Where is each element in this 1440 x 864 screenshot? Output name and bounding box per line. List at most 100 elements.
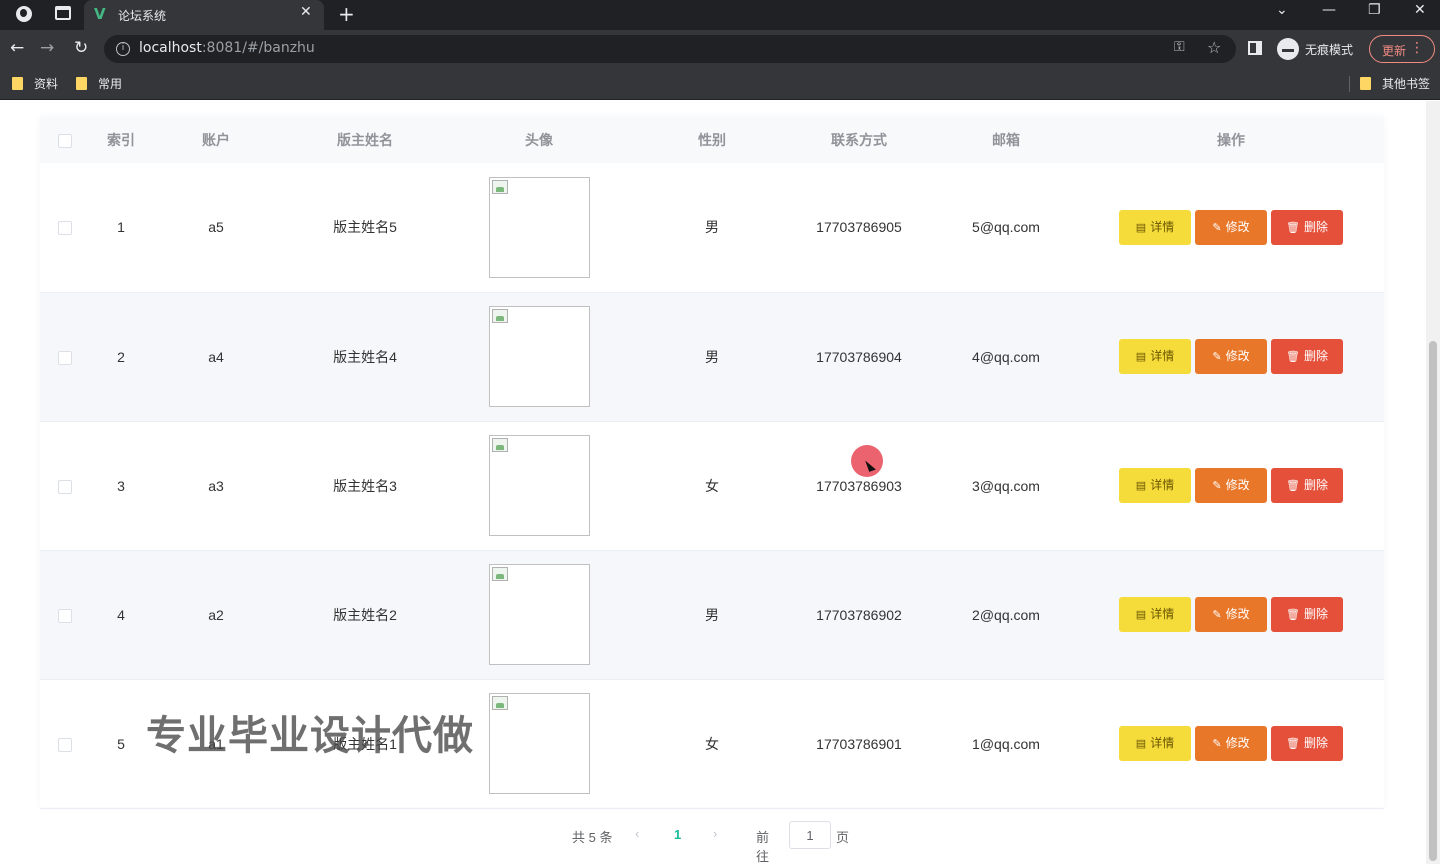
trash-icon: 🗑	[1286, 609, 1300, 621]
row-name: 版主姓名5	[292, 163, 438, 293]
edit-button[interactable]: ✎ 修改	[1195, 468, 1267, 503]
edit-button[interactable]: ✎ 修改	[1195, 209, 1267, 245]
broken-image-icon	[491, 567, 508, 581]
back-arrow-icon[interactable]: ←	[10, 38, 24, 58]
header-email: 邮箱	[934, 117, 1078, 163]
header-phone: 联系方式	[784, 117, 934, 163]
side-panel-icon[interactable]	[1248, 41, 1262, 55]
page-content: 索引 账户 版主姓名 头像 性别 联系方式 邮箱 操作 1 a5 版主姓名5 男…	[0, 101, 1440, 864]
detail-button[interactable]: ▤ 详情	[1119, 468, 1191, 503]
detail-button[interactable]: ▤ 详情	[1119, 726, 1191, 761]
table-header-row: 索引 账户 版主姓名 头像 性别 联系方式 邮箱 操作	[40, 117, 1384, 163]
row-gender: 男	[640, 292, 784, 422]
select-all-checkbox[interactable]	[58, 134, 72, 149]
browser-tab[interactable]: V 论坛系统 ✕	[84, 0, 324, 30]
page-number-current[interactable]: 1	[674, 827, 681, 842]
header-actions: 操作	[1078, 117, 1384, 163]
delete-button[interactable]: 🗑 删除	[1271, 339, 1343, 374]
close-tab-icon[interactable]: ✕	[300, 4, 312, 20]
document-icon: ▤	[1135, 738, 1147, 750]
edit-button[interactable]: ✎ 修改	[1195, 597, 1267, 632]
address-bar[interactable]: i localhost:8081/#/banzhu ⚿ ☆	[104, 35, 1236, 63]
edit-button[interactable]: ✎ 修改	[1195, 339, 1267, 374]
page-scrollbar[interactable]	[1426, 101, 1440, 864]
header-name: 版主姓名	[292, 117, 438, 163]
prev-page-icon[interactable]: ‹	[635, 826, 639, 841]
row-index: 3	[90, 421, 140, 551]
goto-page-input[interactable]	[789, 821, 831, 849]
row-phone: 17703786903	[784, 421, 934, 551]
row-email: 1@qq.com	[934, 679, 1078, 809]
row-index: 5	[90, 679, 140, 809]
row-email: 4@qq.com	[934, 292, 1078, 422]
row-email: 3@qq.com	[934, 421, 1078, 551]
bookmark-divider	[1349, 76, 1350, 92]
pagination-total: 共 5 条	[572, 830, 613, 845]
trash-icon: 🗑	[1286, 351, 1300, 363]
row-gender: 女	[640, 421, 784, 551]
avatar-image	[488, 435, 590, 536]
new-tab-button[interactable]: +	[338, 2, 355, 26]
broken-image-icon	[491, 696, 508, 710]
incognito-icon	[1277, 38, 1299, 60]
forward-arrow-icon[interactable]: →	[40, 38, 54, 58]
document-icon: ▤	[1135, 609, 1147, 621]
row-gender: 男	[640, 550, 784, 680]
minimize-icon[interactable]: —	[1322, 2, 1336, 18]
header-index: 索引	[90, 117, 140, 163]
menu-dots-icon[interactable]: ⋮	[1410, 40, 1424, 56]
detail-button[interactable]: ▤ 详情	[1119, 209, 1191, 245]
trash-icon: 🗑	[1286, 480, 1300, 492]
bookmark-star-icon[interactable]: ☆	[1207, 38, 1221, 57]
reload-icon[interactable]: ↻	[74, 38, 88, 58]
row-account: a2	[140, 550, 292, 680]
row-index: 2	[90, 292, 140, 422]
row-email: 5@qq.com	[934, 163, 1078, 293]
document-icon: ▤	[1135, 480, 1147, 492]
next-page-icon[interactable]: ›	[713, 826, 717, 841]
row-checkbox[interactable]	[58, 737, 72, 752]
table-row: 2 a4 版主姓名4 男 17703786904 4@qq.com ▤ 详情 ✎ 修改…	[40, 292, 1384, 422]
broken-image-icon	[491, 309, 508, 323]
site-info-icon[interactable]: i	[116, 42, 130, 56]
trash-icon: 🗑	[1286, 221, 1300, 234]
globe-icon[interactable]	[16, 6, 32, 22]
broken-image-icon	[491, 179, 508, 194]
row-gender: 女	[640, 679, 784, 809]
trash-icon: 🗑	[1286, 738, 1300, 750]
delete-button[interactable]: 🗑 删除	[1271, 597, 1343, 632]
row-account: a3	[140, 421, 292, 551]
close-window-icon[interactable]: ✕	[1414, 2, 1426, 18]
delete-button[interactable]: 🗑 删除	[1271, 209, 1343, 245]
url-text[interactable]: localhost:8081/#/banzhu	[139, 40, 315, 56]
tab-list-icon[interactable]: ⌄	[1276, 2, 1288, 18]
folder-icon	[76, 77, 87, 90]
row-index: 4	[90, 550, 140, 680]
scrollbar-thumb[interactable]	[1429, 341, 1437, 861]
document-icon: ▤	[1135, 351, 1147, 363]
row-checkbox[interactable]	[58, 479, 72, 494]
folder-icon	[12, 77, 23, 90]
delete-button[interactable]: 🗑 删除	[1271, 468, 1343, 503]
row-phone: 17703786902	[784, 550, 934, 680]
update-button[interactable]: 更新 ⋮	[1369, 35, 1435, 63]
tab-search-icon[interactable]	[55, 6, 71, 20]
browser-tab-bar: V 论坛系统 ✕ + ⌄ — ❐ ✕	[0, 0, 1440, 30]
restore-icon[interactable]: ❐	[1368, 2, 1381, 18]
detail-button[interactable]: ▤ 详情	[1119, 597, 1191, 632]
row-checkbox[interactable]	[58, 350, 72, 365]
edit-button[interactable]: ✎ 修改	[1195, 726, 1267, 761]
page-suffix-label: 页	[836, 830, 850, 845]
row-checkbox[interactable]	[58, 221, 72, 236]
row-name: 版主姓名3	[292, 421, 438, 551]
detail-button[interactable]: ▤ 详情	[1119, 339, 1191, 374]
key-icon[interactable]: ⚿	[1174, 39, 1185, 55]
delete-button[interactable]: 🗑 删除	[1271, 726, 1343, 761]
row-checkbox[interactable]	[58, 608, 72, 623]
tab-title: 论坛系统	[118, 9, 167, 23]
avatar-image	[488, 176, 590, 278]
browser-toolbar: ← → ↻ i localhost:8081/#/banzhu ⚿ ☆ 无痕模式…	[0, 30, 1440, 68]
pencil-icon: ✎	[1212, 738, 1222, 750]
folder-icon	[1360, 77, 1371, 90]
table-row: 3 a3 版主姓名3 女 17703786903 3@qq.com ▤ 详情 ✎ 修改…	[40, 421, 1384, 551]
